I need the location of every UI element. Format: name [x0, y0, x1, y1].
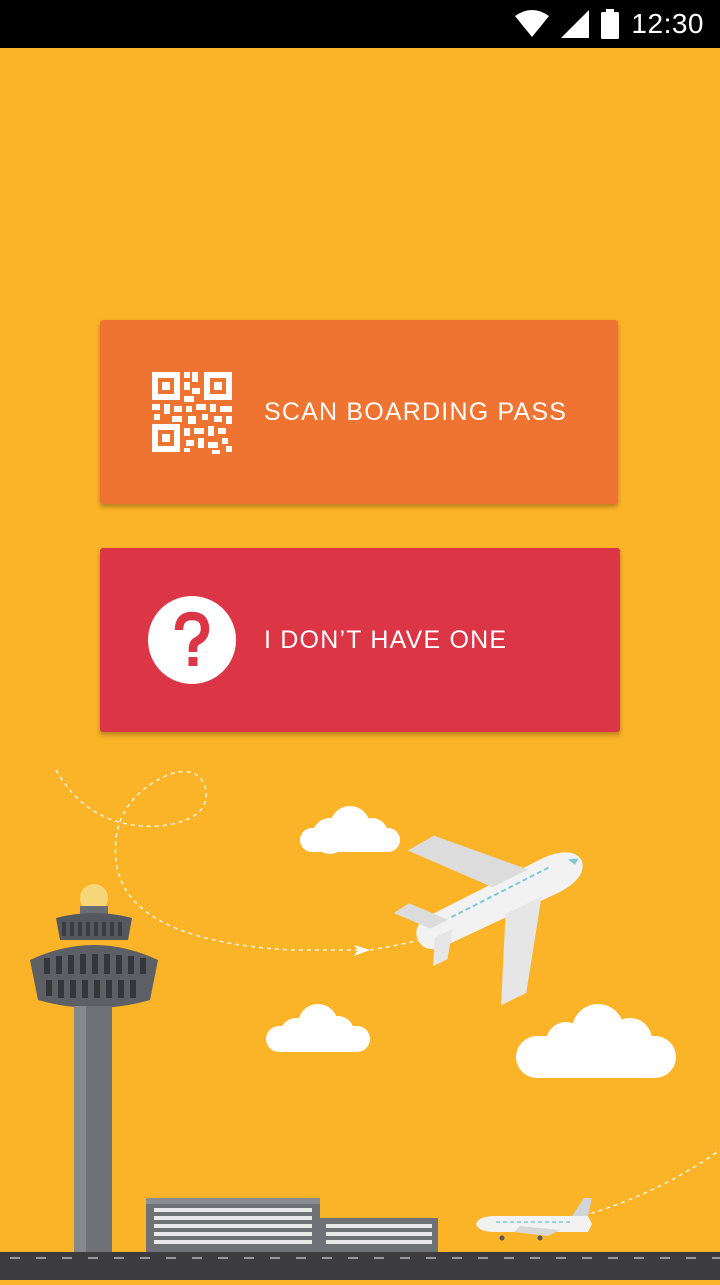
runway [0, 1252, 720, 1280]
scan-boarding-pass-button[interactable]: SCAN BOARDING PASS [100, 320, 618, 504]
status-time: 12:30 [631, 8, 704, 39]
airport-illustration [0, 760, 720, 1280]
cloud [516, 1004, 676, 1078]
cloud [300, 806, 400, 854]
airplane-flying [393, 835, 583, 1006]
wifi-icon [515, 10, 550, 38]
scan-boarding-pass-label: SCAN BOARDING PASS [264, 397, 568, 426]
battery-icon [601, 9, 620, 39]
cloud [266, 1004, 370, 1052]
airplane-runway [476, 1198, 592, 1241]
no-boarding-pass-label: I DON’T HAVE ONE [264, 625, 508, 654]
status-icons: 12:30 [515, 0, 704, 48]
status-bar: 12:30 [0, 0, 720, 48]
control-tower [30, 884, 158, 1256]
cell-signal-icon [561, 10, 590, 38]
terminal-building [146, 1198, 438, 1254]
question-mark-icon [148, 596, 236, 684]
no-boarding-pass-button[interactable]: I DON’T HAVE ONE [100, 548, 620, 732]
qr-code-icon [148, 368, 236, 456]
clouds [266, 806, 676, 1078]
